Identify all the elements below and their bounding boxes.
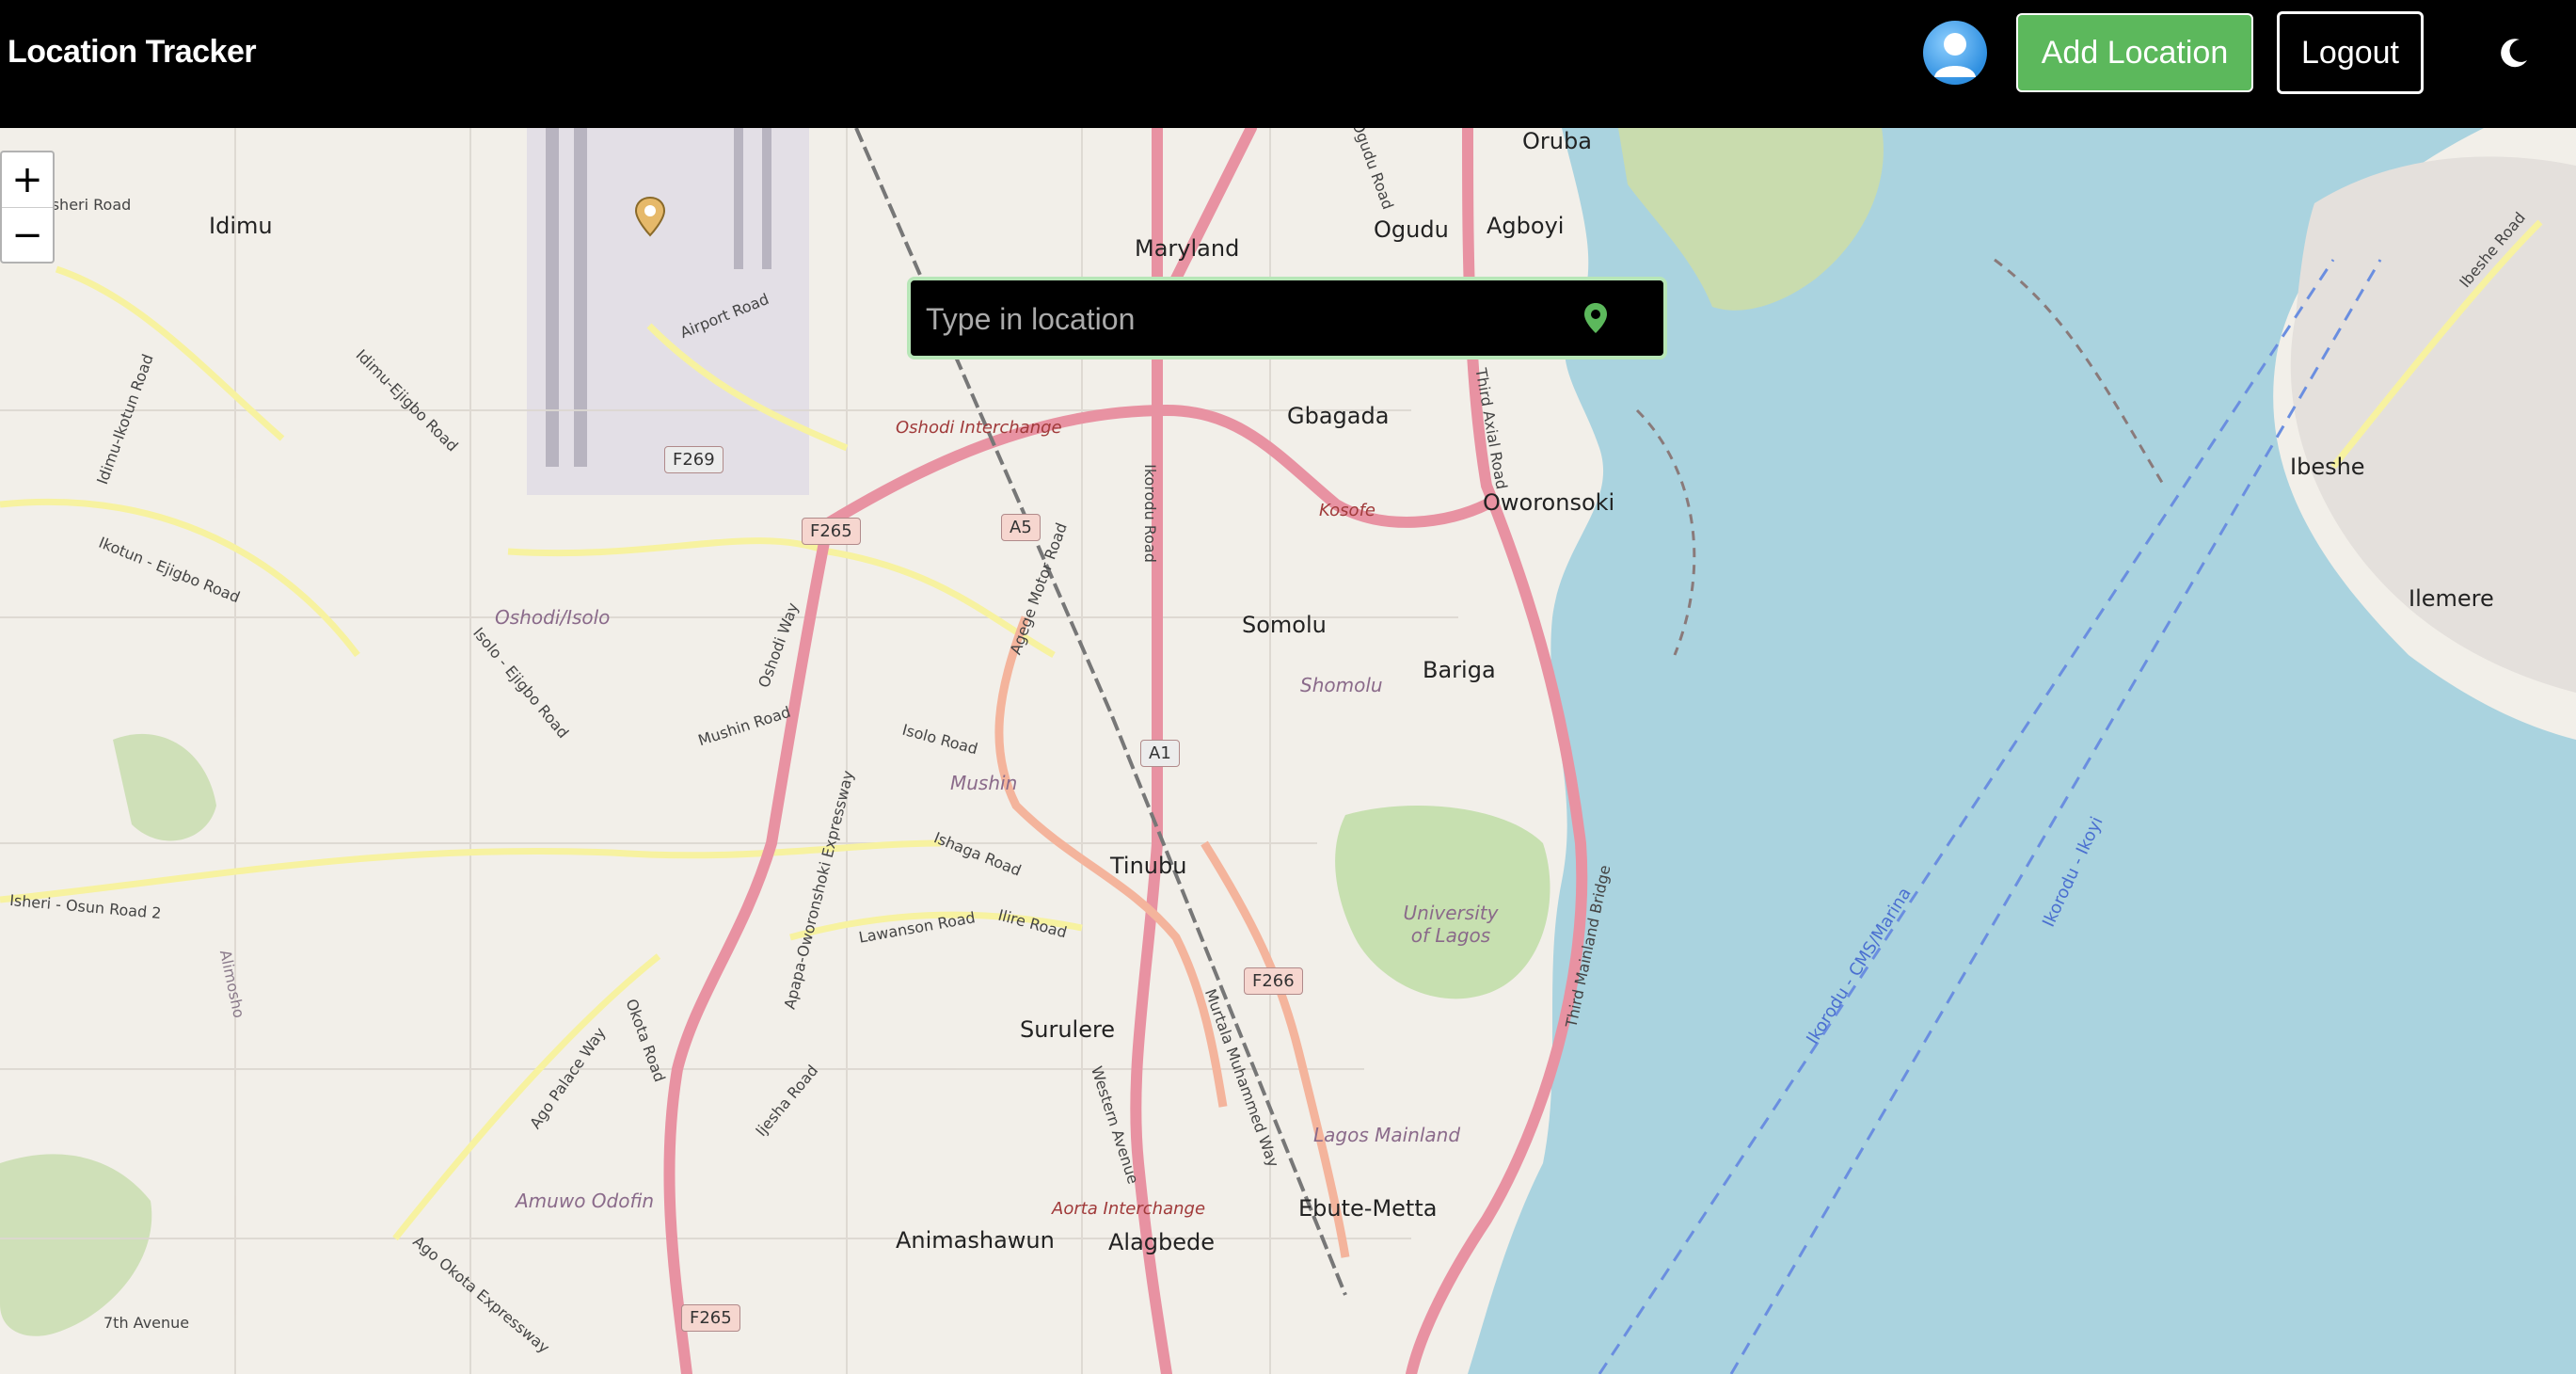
road-shield: F269 (664, 446, 724, 473)
area-label: Lagos Mainland (1313, 1124, 1461, 1146)
area-label: University of Lagos (1403, 902, 1499, 947)
road-shield: F266 (1244, 967, 1303, 995)
place-label: Tinubu (1110, 853, 1187, 879)
area-label: Kosofe (1319, 501, 1375, 520)
road-shield: A1 (1140, 740, 1180, 767)
place-label: Alagbede (1108, 1229, 1216, 1255)
moon-icon[interactable] (2495, 34, 2533, 72)
navbar: Location Tracker Add Location Logout (0, 0, 2576, 128)
place-label: Bariga (1423, 657, 1496, 683)
area-label: Shomolu (1300, 674, 1383, 696)
area-label: Aorta Interchange (1052, 1199, 1206, 1219)
app-title[interactable]: Location Tracker (8, 34, 257, 71)
place-label: Ilemere (2409, 585, 2494, 612)
zoom-out-button[interactable]: − (2, 207, 53, 263)
location-search-box (907, 277, 1667, 359)
place-label: Agboyi (1487, 213, 1565, 239)
place-label: Maryland (1135, 235, 1240, 262)
place-label: Animashawun (896, 1227, 1055, 1254)
place-label: Oworonsoki (1483, 489, 1615, 516)
place-label: Oruba (1522, 128, 1592, 154)
place-label: Ebute-Metta (1298, 1195, 1438, 1222)
place-label: Idimu (209, 213, 273, 239)
place-label: Somolu (1242, 612, 1327, 638)
user-avatar-icon[interactable] (1923, 21, 1987, 85)
road-shield: F265 (802, 518, 861, 545)
area-label: Mushin (950, 772, 1018, 794)
map-pin-icon[interactable] (1579, 299, 1613, 337)
zoom-in-button[interactable]: + (2, 152, 53, 207)
area-label: Amuwo Odofin (516, 1190, 655, 1212)
add-location-button[interactable]: Add Location (2016, 13, 2253, 92)
airport-icon (634, 196, 666, 237)
place-label: Gbagada (1287, 403, 1390, 429)
road-label: 7th Avenue (103, 1314, 190, 1332)
road-label: Isheri Road (47, 196, 132, 214)
place-label: Surulere (1020, 1016, 1116, 1043)
location-search-input[interactable] (924, 290, 1567, 348)
area-label: Oshodi Interchange (896, 418, 1062, 438)
road-label: Ikorodu Road (1140, 464, 1159, 563)
road-shield: A5 (1001, 514, 1041, 541)
place-label: Ogudu (1374, 216, 1449, 243)
area-label: Oshodi/Isolo (495, 606, 611, 629)
place-label: Ibeshe (2290, 454, 2365, 480)
zoom-control: + − (0, 151, 55, 264)
logout-button[interactable]: Logout (2277, 11, 2424, 94)
road-shield: F265 (681, 1304, 740, 1332)
